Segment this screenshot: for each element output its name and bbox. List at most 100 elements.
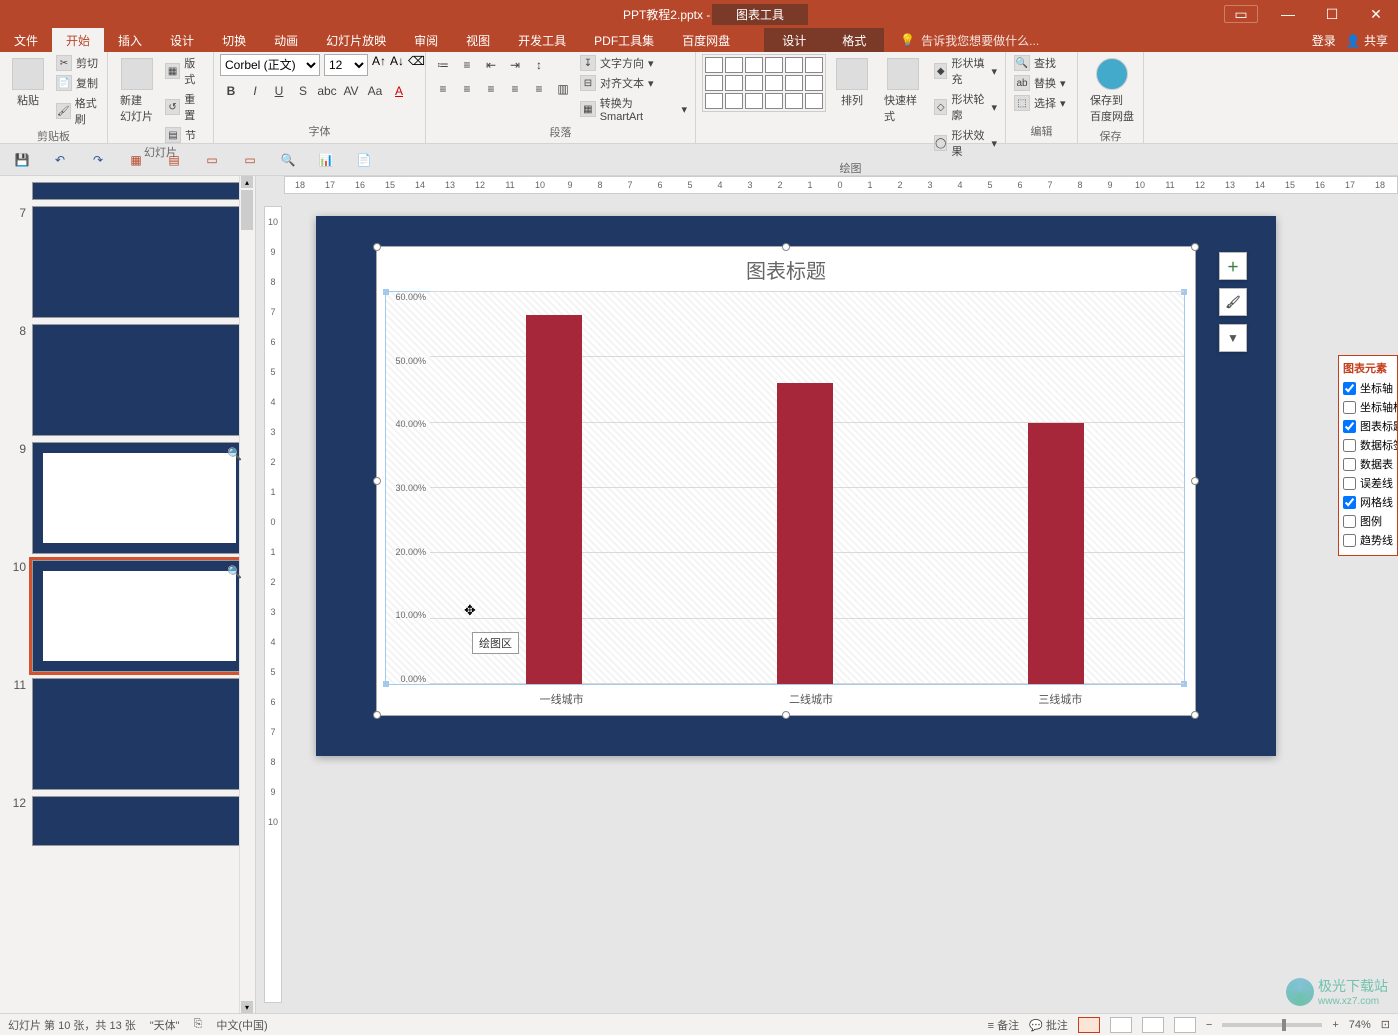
- thumbnail-8[interactable]: 8: [8, 324, 247, 436]
- chart-element-option[interactable]: 图表标题: [1343, 418, 1393, 434]
- thumbnail-7[interactable]: 7: [8, 206, 247, 318]
- chart-element-option[interactable]: 数据表: [1343, 456, 1393, 472]
- thumbnail-6-prev[interactable]: [8, 182, 247, 200]
- bullets-button[interactable]: ≔: [432, 54, 454, 76]
- qat-icon-7[interactable]: 📄: [354, 150, 374, 170]
- save-baidu-button[interactable]: 保存到 百度网盘: [1084, 54, 1140, 128]
- chart-elements-button[interactable]: ＋: [1219, 252, 1247, 280]
- normal-view-button[interactable]: [1078, 1017, 1100, 1033]
- tab-devtools[interactable]: 开发工具: [504, 28, 580, 52]
- save-icon[interactable]: 💾: [12, 150, 32, 170]
- justify-button[interactable]: ≡: [504, 78, 526, 100]
- thumbnail-10[interactable]: 10🔍: [8, 560, 247, 672]
- align-text-button[interactable]: ⊟对齐文本 ▾: [578, 74, 689, 92]
- qat-icon-2[interactable]: ▤: [164, 150, 184, 170]
- zoom-in-button[interactable]: +: [1332, 1019, 1338, 1031]
- slideshow-view-button[interactable]: [1174, 1017, 1196, 1033]
- new-slide-button[interactable]: 新建 幻灯片: [114, 54, 159, 128]
- qat-icon-4[interactable]: ▭: [240, 150, 260, 170]
- layout-button[interactable]: ▦版式: [163, 54, 207, 88]
- notes-button[interactable]: ≡ 备注: [988, 1017, 1019, 1033]
- tab-home[interactable]: 开始: [52, 28, 104, 52]
- thumbnail-11[interactable]: 11: [8, 678, 247, 790]
- font-size-select[interactable]: 12: [324, 54, 368, 76]
- sorter-view-button[interactable]: [1110, 1017, 1132, 1033]
- spacing-button[interactable]: AV: [340, 80, 362, 102]
- zoom-level[interactable]: 74%: [1349, 1019, 1371, 1031]
- tab-slideshow[interactable]: 幻灯片放映: [312, 28, 400, 52]
- fit-window-button[interactable]: ⊡: [1381, 1018, 1390, 1031]
- qat-icon-6[interactable]: 📊: [316, 150, 336, 170]
- chart-filters-button[interactable]: ▼: [1219, 324, 1247, 352]
- arrange-button[interactable]: 排列: [830, 54, 874, 112]
- decrease-indent-button[interactable]: ⇤: [480, 54, 502, 76]
- maximize-icon[interactable]: ☐: [1310, 0, 1354, 28]
- chart-element-option[interactable]: 误差线: [1343, 475, 1393, 491]
- shadow-button[interactable]: abc: [316, 80, 338, 102]
- bar-2[interactable]: [1028, 423, 1084, 684]
- shape-fill-button[interactable]: ◆形状填充 ▾: [932, 54, 999, 88]
- align-left-button[interactable]: ≡: [432, 78, 454, 100]
- chart-element-option[interactable]: 坐标轴: [1343, 380, 1393, 396]
- language-status[interactable]: 中文(中国): [216, 1017, 267, 1033]
- tab-insert[interactable]: 插入: [104, 28, 156, 52]
- tab-animations[interactable]: 动画: [260, 28, 312, 52]
- comments-button[interactable]: 💬 批注: [1029, 1017, 1068, 1033]
- chart-element-checkbox[interactable]: [1343, 458, 1356, 471]
- chart-element-checkbox[interactable]: [1343, 420, 1356, 433]
- underline-button[interactable]: U: [268, 80, 290, 102]
- chart-element-checkbox[interactable]: [1343, 477, 1356, 490]
- distribute-button[interactable]: ≡: [528, 78, 550, 100]
- tab-view[interactable]: 视图: [452, 28, 504, 52]
- font-color-button[interactable]: A: [388, 80, 410, 102]
- thumbnail-12[interactable]: 12: [8, 796, 247, 846]
- tab-design[interactable]: 设计: [156, 28, 208, 52]
- numbering-button[interactable]: ≡: [456, 54, 478, 76]
- chart-element-checkbox[interactable]: [1343, 401, 1356, 414]
- line-spacing-button[interactable]: ↕: [528, 54, 550, 76]
- chart-element-checkbox[interactable]: [1343, 534, 1356, 547]
- tab-review[interactable]: 审阅: [400, 28, 452, 52]
- section-button[interactable]: ▤节: [163, 126, 207, 144]
- reset-button[interactable]: ↺重置: [163, 90, 207, 124]
- find-button[interactable]: 🔍查找: [1012, 54, 1068, 72]
- tell-me-search[interactable]: 💡 告诉我您想要做什么...: [900, 28, 1039, 52]
- italic-button[interactable]: I: [244, 80, 266, 102]
- tab-transitions[interactable]: 切换: [208, 28, 260, 52]
- copy-button[interactable]: 📄复制: [54, 74, 101, 92]
- slide-thumbnails-pane[interactable]: 7 8 9🔍 10🔍 11 12 ▴▾: [0, 176, 256, 1013]
- smartart-button[interactable]: ▦转换为 SmartArt ▾: [578, 94, 689, 124]
- increase-font-icon[interactable]: A↑: [372, 54, 386, 76]
- columns-button[interactable]: ▥: [552, 78, 574, 100]
- shape-outline-button[interactable]: ◇形状轮廓 ▾: [932, 90, 999, 124]
- bold-button[interactable]: B: [220, 80, 242, 102]
- redo-icon[interactable]: ↷: [88, 150, 108, 170]
- undo-icon[interactable]: ↶: [50, 150, 70, 170]
- change-case-button[interactable]: Aa: [364, 80, 386, 102]
- tab-file[interactable]: 文件: [0, 28, 52, 52]
- bar-1[interactable]: [777, 383, 833, 684]
- chart-element-option[interactable]: 趋势线: [1343, 532, 1393, 548]
- chart-element-checkbox[interactable]: [1343, 515, 1356, 528]
- chart-element-checkbox[interactable]: [1343, 439, 1356, 452]
- chart-element-option[interactable]: 数据标签: [1343, 437, 1393, 453]
- paste-button[interactable]: 粘贴: [6, 54, 50, 112]
- qat-icon-1[interactable]: ▦: [126, 150, 146, 170]
- tab-chart-format[interactable]: 格式: [824, 28, 884, 52]
- bar-0[interactable]: [526, 315, 582, 684]
- chart-element-option[interactable]: 坐标轴标题: [1343, 399, 1393, 415]
- ribbon-display-options-icon[interactable]: ▭: [1224, 5, 1258, 23]
- quick-styles-button[interactable]: 快速样式: [878, 54, 928, 128]
- chart-element-checkbox[interactable]: [1343, 382, 1356, 395]
- reading-view-button[interactable]: [1142, 1017, 1164, 1033]
- qat-icon-5[interactable]: 🔍: [278, 150, 298, 170]
- chart-object[interactable]: 图表标题 0.00%10.00%20.00%30.00%40.00%50.00%…: [376, 246, 1196, 716]
- qat-icon-3[interactable]: ▭: [202, 150, 222, 170]
- tab-pdftools[interactable]: PDF工具集: [580, 28, 668, 52]
- plot-area[interactable]: 0.00%10.00%20.00%30.00%40.00%50.00%60.00…: [385, 291, 1185, 685]
- replace-button[interactable]: ab替换 ▾: [1012, 74, 1068, 92]
- align-center-button[interactable]: ≡: [456, 78, 478, 100]
- shapes-gallery[interactable]: [702, 54, 826, 112]
- minimize-icon[interactable]: ―: [1266, 0, 1310, 28]
- tab-chart-design[interactable]: 设计: [764, 28, 824, 52]
